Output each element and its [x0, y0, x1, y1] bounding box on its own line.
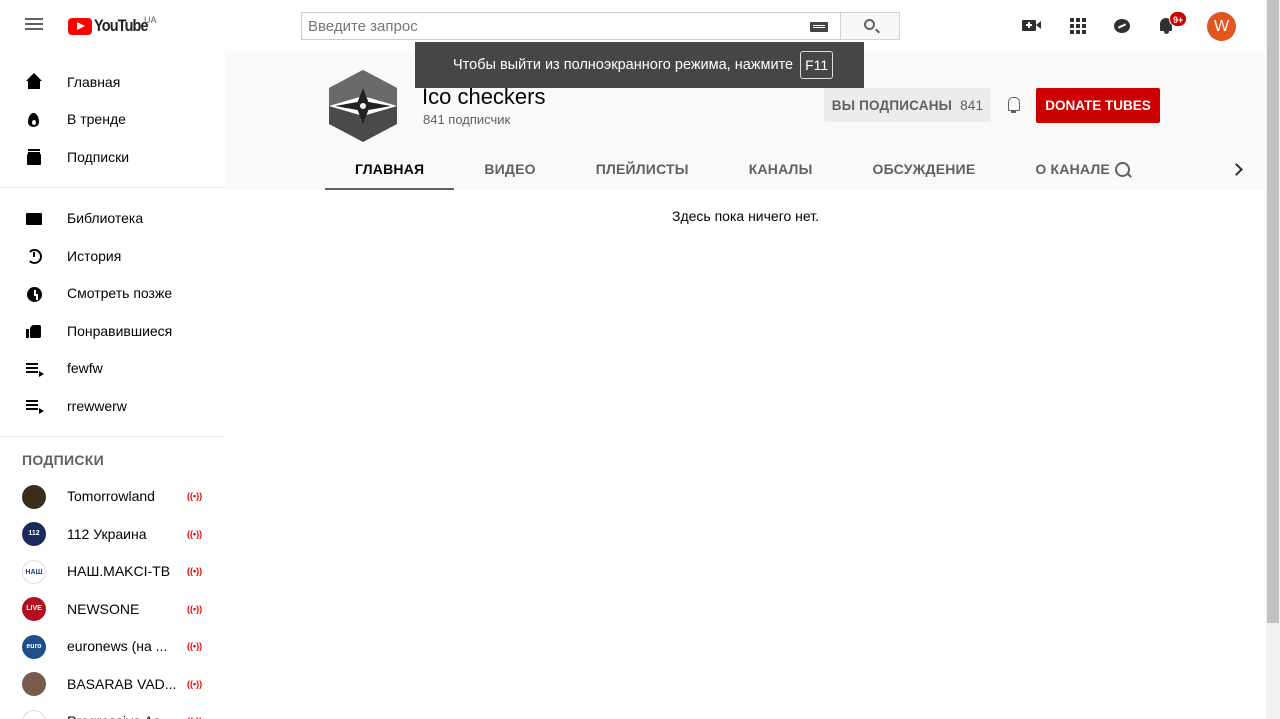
- tab-home[interactable]: ГЛАВНАЯ: [325, 150, 455, 190]
- channel-avatar: [22, 709, 46, 719]
- liked-icon: [24, 321, 44, 341]
- subscribed-label: ВЫ ПОДПИСАНЫ: [831, 97, 953, 113]
- chevron-right-icon[interactable]: [1230, 160, 1246, 180]
- library-icon: [24, 209, 44, 229]
- sidebar-subscription-label: BASARAB VAD...: [67, 675, 177, 692]
- trending-icon: [24, 110, 44, 130]
- channel-avatar: [22, 672, 46, 696]
- sidebar: Главная В тренде Подписки Библиотека Ист…: [0, 52, 225, 719]
- sidebar-item-subscriptions[interactable]: Подписки: [0, 138, 225, 176]
- keyboard-icon[interactable]: [810, 22, 828, 32]
- fullscreen-toast-key: F11: [800, 51, 834, 79]
- sidebar-item-playlist-fewfw[interactable]: fewfw: [0, 350, 225, 388]
- subscriptions-list: Tomorrowland ((•)) 112 112 Украина ((•)) НАШ Н…: [0, 478, 225, 719]
- sidebar-subscription-label: 112 Украина: [67, 525, 147, 542]
- channel-avatar: euro: [22, 634, 46, 659]
- sidebar-subscription-item[interactable]: НАШ НАШ.MAKCI-TB ((•)): [0, 553, 225, 591]
- search-box: [301, 12, 841, 40]
- sidebar-subscription-label: Progressive As...: [67, 713, 172, 719]
- tab-videos[interactable]: ВИДЕО: [454, 150, 565, 190]
- menu-icon[interactable]: [22, 15, 46, 39]
- sidebar-subscription-item[interactable]: BASARAB VAD... ((•)): [0, 665, 225, 703]
- sidebar-item-label: Подписки: [67, 148, 130, 165]
- sidebar-subscription-item[interactable]: euro euronews (на ... ((•)): [0, 628, 225, 666]
- sidebar-item-history[interactable]: История: [0, 237, 225, 275]
- scrollbar-thumb[interactable]: [1267, 0, 1279, 623]
- fullscreen-exit-toast: Чтобы выйти из полноэкранного режима, на…: [415, 42, 864, 88]
- channel-avatar[interactable]: [325, 68, 401, 144]
- youtube-logo[interactable]: YouTube UA: [68, 15, 157, 36]
- sidebar-item-trending[interactable]: В тренде: [0, 101, 225, 139]
- logo-text: YouTube: [94, 16, 149, 35]
- sidebar-item-library[interactable]: Библиотека: [0, 200, 225, 238]
- sidebar-item-label: rrewwerw: [67, 397, 127, 414]
- main-content: Ico checkers 841 подписчик ВЫ ПОДПИСАНЫ …: [225, 52, 1266, 719]
- search-button[interactable]: [840, 12, 900, 40]
- sidebar-item-label: В тренде: [67, 111, 126, 128]
- create-video-icon[interactable]: [1020, 14, 1044, 38]
- channel-avatar: LIVE: [22, 597, 46, 621]
- channel-avatar: 112: [22, 522, 46, 546]
- youtube-play-icon: [68, 18, 92, 35]
- logo-country-code: UA: [144, 15, 157, 25]
- live-icon: ((•)): [187, 641, 203, 652]
- channel-subscriber-count: 841 подписчик: [423, 112, 511, 127]
- sidebar-subscription-label: NEWSONE: [67, 600, 140, 617]
- channel-search-icon[interactable]: [1115, 162, 1133, 180]
- tab-playlists[interactable]: ПЛЕЙЛИСТЫ: [566, 150, 719, 190]
- subscribed-count: 841: [960, 97, 984, 113]
- sidebar-subscription-label: Tomorrowland: [67, 488, 155, 505]
- live-icon: ((•)): [187, 528, 203, 539]
- live-icon: ((•)): [187, 678, 203, 689]
- live-icon: ((•)): [187, 566, 203, 577]
- sidebar-item-watch-later[interactable]: Смотреть позже: [0, 275, 225, 313]
- sidebar-item-home[interactable]: Главная: [0, 63, 225, 101]
- messages-icon[interactable]: [1110, 14, 1134, 38]
- sidebar-item-playlist-rrewwerw[interactable]: rrewwerw: [0, 387, 225, 425]
- subscriptions-section-title: ПОДПИСКИ: [22, 451, 104, 468]
- channel-avatar: НАШ: [22, 559, 46, 584]
- sidebar-item-label: Понравившиеся: [67, 322, 173, 339]
- playlist-icon: [24, 359, 44, 379]
- channel-avatar: [22, 484, 46, 509]
- sidebar-item-label: Главная: [67, 73, 121, 90]
- donate-button[interactable]: DONATE TUBES: [1036, 88, 1160, 123]
- watch-later-icon: [24, 284, 44, 304]
- sidebar-item-label: fewfw: [67, 360, 103, 377]
- search-input[interactable]: [308, 13, 798, 39]
- live-icon: ((•)): [187, 491, 203, 502]
- search-icon: [864, 19, 875, 30]
- sidebar-subscription-label: euronews (на ...: [67, 638, 168, 655]
- sidebar-subscription-item[interactable]: Progressive As...((•)): [0, 703, 225, 719]
- subscribed-button[interactable]: ВЫ ПОДПИСАНЫ 841: [824, 88, 991, 122]
- sidebar-item-label: Библиотека: [67, 210, 144, 227]
- account-avatar[interactable]: W: [1207, 12, 1236, 41]
- playlist-icon: [24, 396, 44, 416]
- home-icon: [24, 72, 44, 92]
- sidebar-item-label: История: [67, 247, 122, 264]
- fullscreen-toast-message: Чтобы выйти из полноэкранного режима, на…: [453, 57, 794, 73]
- sidebar-item-label: Смотреть позже: [67, 285, 173, 302]
- apps-icon[interactable]: [1065, 14, 1089, 38]
- sidebar-subscription-item[interactable]: 112 112 Украина ((•)): [0, 515, 225, 553]
- sidebar-subscription-label: НАШ.MAKCI-TB: [67, 563, 171, 580]
- empty-message: Здесь пока ничего нет.: [672, 208, 819, 224]
- channel-tabs: ГЛАВНАЯ ВИДЕО ПЛЕЙЛИСТЫ КАНАЛЫ ОБСУЖДЕНИ…: [325, 150, 1140, 190]
- tab-discussion[interactable]: ОБСУЖДЕНИЕ: [842, 150, 1005, 190]
- sidebar-item-liked[interactable]: Понравившиеся: [0, 312, 225, 350]
- live-icon: ((•)): [187, 603, 203, 614]
- sidebar-subscription-item[interactable]: Tomorrowland ((•)): [0, 478, 225, 516]
- tab-channels[interactable]: КАНАЛЫ: [719, 150, 843, 190]
- subscriptions-icon: [24, 147, 44, 167]
- history-icon: [24, 246, 44, 266]
- notifications-badge: 9+: [1169, 11, 1188, 27]
- sidebar-subscription-item[interactable]: LIVE NEWSONE ((•)): [0, 590, 225, 628]
- channel-content: Здесь пока ничего нет.: [225, 190, 1266, 719]
- notification-bell-icon[interactable]: [1005, 95, 1023, 115]
